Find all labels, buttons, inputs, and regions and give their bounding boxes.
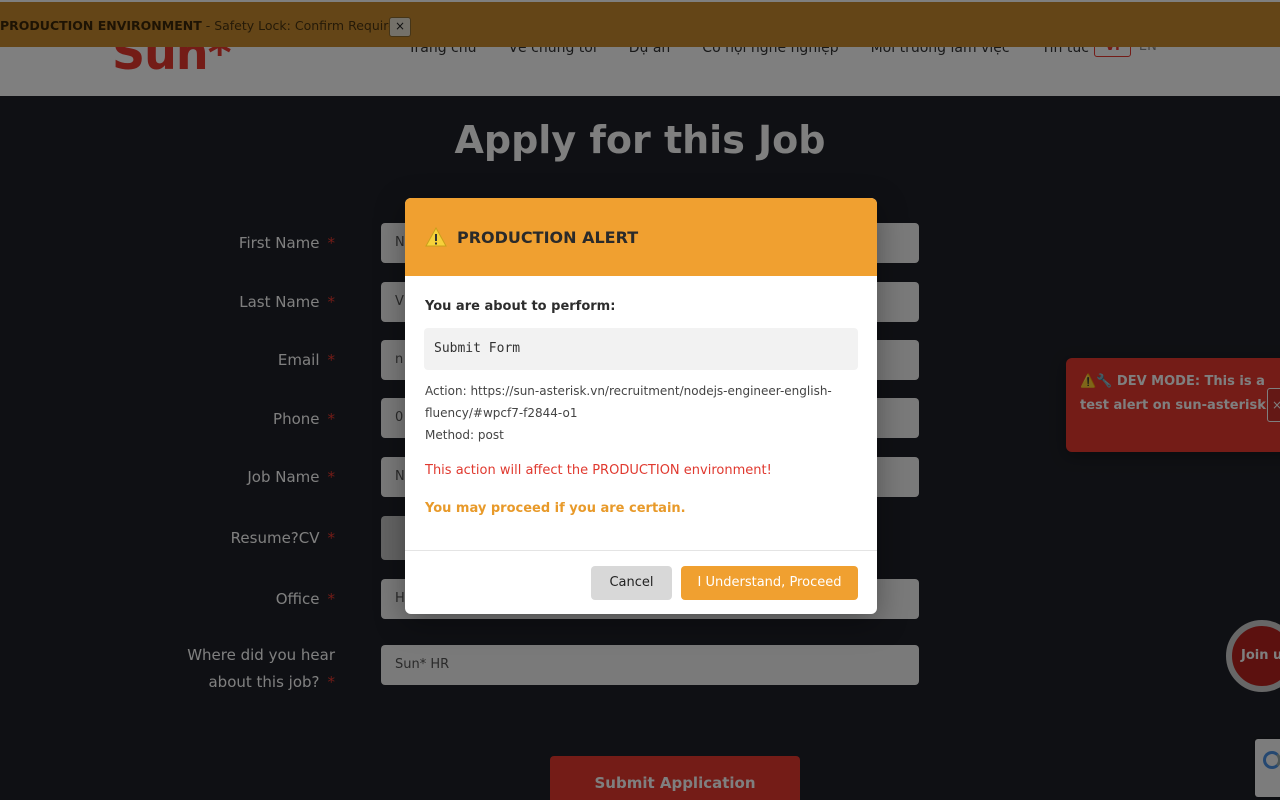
modal-divider <box>405 550 877 551</box>
action-details: Action: https://sun-asterisk.vn/recruitm… <box>425 380 845 446</box>
cancel-button[interactable]: Cancel <box>591 566 672 600</box>
action-url-line-1: Action: https://sun-asterisk.vn/recruitm… <box>425 384 832 398</box>
proceed-button[interactable]: I Understand, Proceed <box>681 566 858 600</box>
action-method: Method: post <box>425 428 504 442</box>
warning-icon <box>425 227 447 247</box>
modal-title: PRODUCTION ALERT <box>457 228 639 247</box>
modal-subtitle: You are about to perform: <box>425 299 616 314</box>
danger-message: This action will affect the PRODUCTION e… <box>425 463 772 478</box>
production-alert-modal: PRODUCTION ALERT You are about to perfor… <box>405 198 877 614</box>
proceed-note: You may proceed if you are certain. <box>425 501 686 516</box>
modal-header: PRODUCTION ALERT <box>405 198 877 276</box>
action-url-line-2: fluency/#wpcf7-f2844-o1 <box>425 406 578 420</box>
action-name-box: Submit Form <box>424 328 858 370</box>
